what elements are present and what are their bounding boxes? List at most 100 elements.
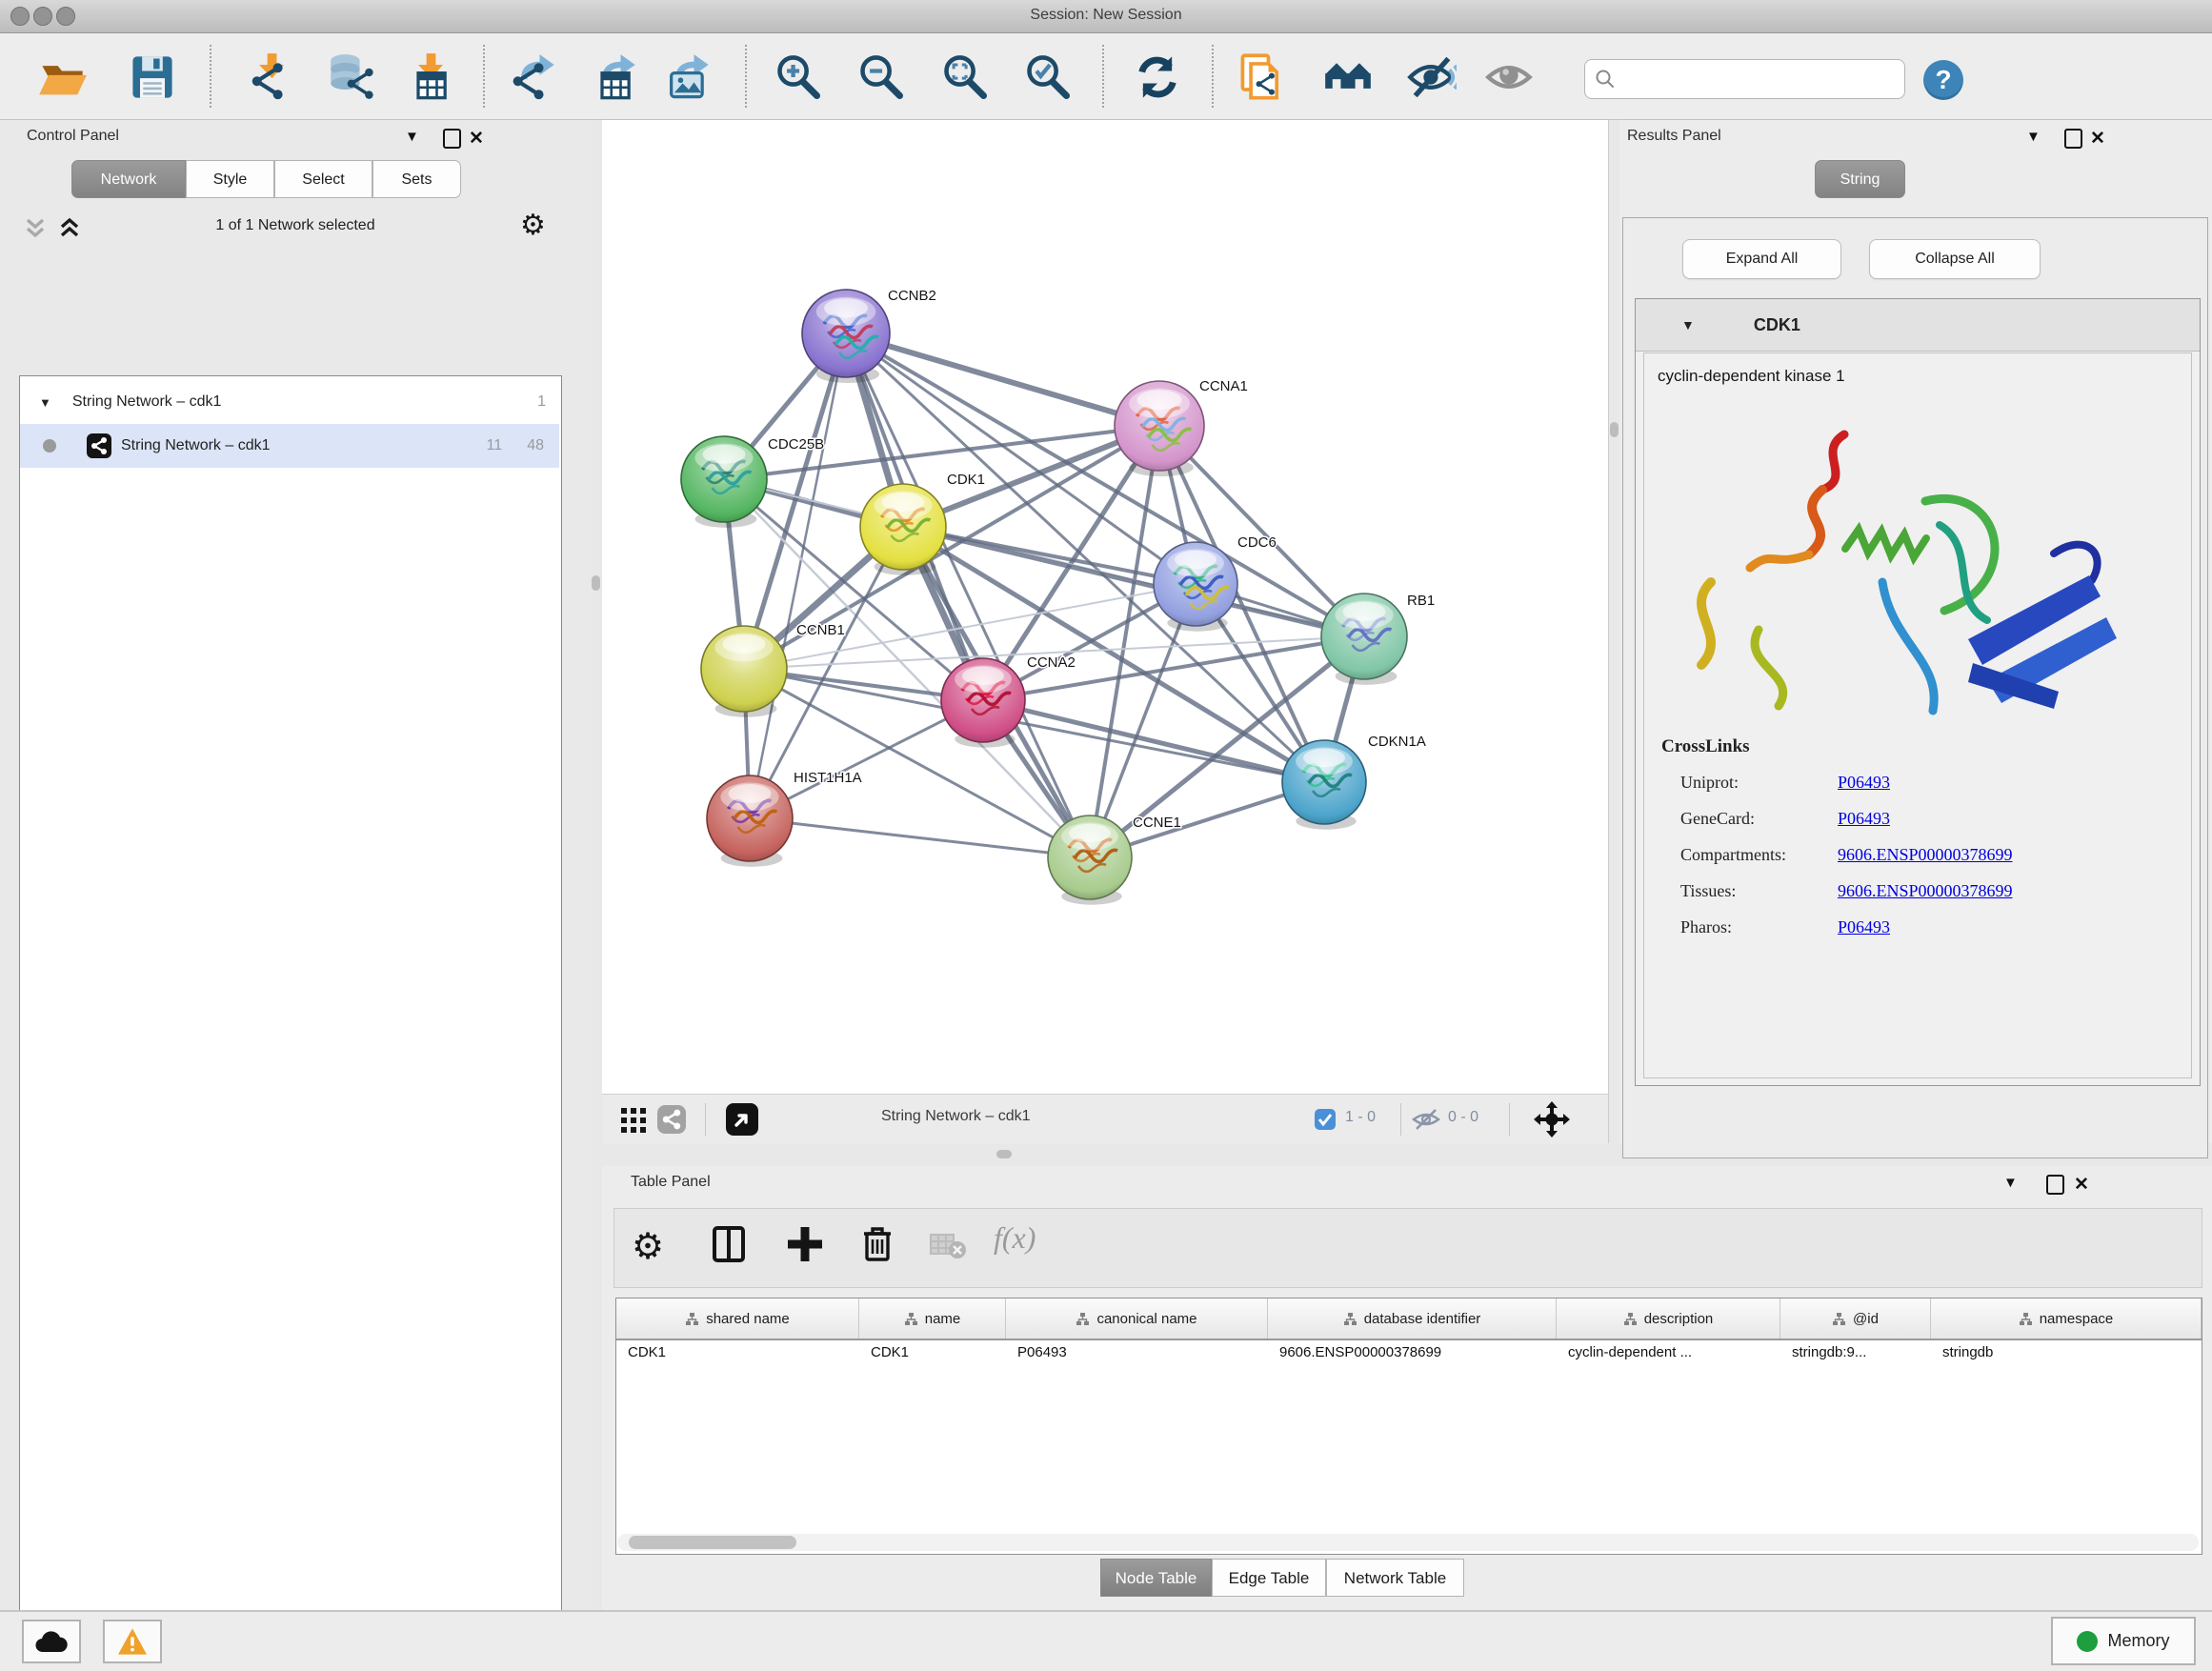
tab-network[interactable]: Network: [71, 160, 186, 198]
close-panel-icon[interactable]: ✕: [2074, 1174, 2089, 1196]
show-all-icon[interactable]: [1485, 52, 1535, 102]
table-cell[interactable]: P06493: [1006, 1339, 1268, 1371]
tab-edge-table[interactable]: Edge Table: [1212, 1559, 1326, 1597]
import-network-icon[interactable]: [247, 52, 296, 102]
grid-view-icon[interactable]: [621, 1108, 646, 1137]
column-header-canonical-name[interactable]: canonical name: [1006, 1299, 1268, 1339]
node-HIST1H1A[interactable]: [707, 775, 793, 867]
zoom-selected-icon[interactable]: [1023, 52, 1073, 102]
horizontal-scrollbar-thumb[interactable]: [629, 1536, 796, 1549]
tab-select[interactable]: Select: [274, 160, 372, 198]
create-column-icon[interactable]: [784, 1223, 834, 1273]
minimize-panel-icon[interactable]: [2064, 129, 2082, 149]
refresh-icon[interactable]: [1133, 52, 1182, 102]
minimize-panel-icon[interactable]: [2046, 1175, 2064, 1195]
crosslink-link[interactable]: P06493: [1838, 809, 1890, 829]
edge-CCNB2-RB1[interactable]: [846, 333, 1364, 636]
network-collection-row[interactable]: ▼ String Network – cdk1 1: [20, 380, 559, 424]
right-splitter-handle[interactable]: [1610, 422, 1619, 437]
zoom-out-icon[interactable]: [856, 52, 906, 102]
left-splitter-handle[interactable]: [592, 575, 600, 591]
table-cell[interactable]: stringdb:9...: [1780, 1339, 1931, 1371]
column-header-name[interactable]: name: [859, 1299, 1006, 1339]
delete-table-icon[interactable]: [927, 1223, 976, 1273]
edge-CCNA1-CCNE1[interactable]: [1090, 426, 1159, 857]
expand-all-button[interactable]: Expand All: [1682, 239, 1841, 279]
tab-style[interactable]: Style: [186, 160, 274, 198]
hide-selected-icon[interactable]: [1407, 52, 1457, 102]
table-cell[interactable]: CDK1: [859, 1339, 1006, 1371]
zoom-in-icon[interactable]: [774, 52, 823, 102]
network-row-selected[interactable]: String Network – cdk1 11 48: [20, 424, 559, 468]
save-session-icon[interactable]: [128, 52, 177, 102]
table-cell[interactable]: 9606.ENSP00000378699: [1268, 1339, 1557, 1371]
network-style-icon[interactable]: [657, 1105, 686, 1138]
crosslink-link[interactable]: 9606.ENSP00000378699: [1838, 881, 2013, 901]
export-table-icon[interactable]: [590, 52, 639, 102]
help-button[interactable]: ?: [1923, 60, 1963, 100]
node-CCNA2[interactable]: [941, 658, 1025, 748]
table-cell[interactable]: CDK1: [616, 1339, 859, 1371]
search-field[interactable]: [1584, 59, 1905, 99]
node-table[interactable]: shared namenamecanonical namedatabase id…: [615, 1298, 2202, 1555]
close-panel-icon[interactable]: ✕: [469, 128, 484, 150]
table-row[interactable]: CDK1CDK1P064939606.ENSP00000378699cyclin…: [616, 1339, 2202, 1371]
table-cell[interactable]: cyclin-dependent ...: [1557, 1339, 1780, 1371]
column-header-namespace[interactable]: namespace: [1931, 1299, 2202, 1339]
import-network-database-icon[interactable]: [328, 52, 377, 102]
crosslink-link[interactable]: P06493: [1838, 773, 1890, 793]
zoom-fit-icon[interactable]: [940, 52, 990, 102]
table-cell[interactable]: stringdb: [1931, 1339, 2202, 1371]
float-panel-icon[interactable]: ▼: [2026, 129, 2041, 145]
node-CDC25B[interactable]: [681, 436, 767, 528]
export-network-icon[interactable]: [509, 52, 558, 102]
search-input[interactable]: [1623, 70, 1895, 89]
fit-selected-crosshair-icon[interactable]: [1534, 1101, 1570, 1142]
function-builder-icon[interactable]: f(x): [994, 1220, 1036, 1256]
tab-string[interactable]: String: [1815, 160, 1905, 198]
show-columns-icon[interactable]: [708, 1223, 757, 1273]
column-header-shared-name[interactable]: shared name: [616, 1299, 859, 1339]
minimize-panel-icon[interactable]: [443, 129, 461, 149]
import-table-icon[interactable]: [406, 52, 455, 102]
column-header-description[interactable]: description: [1557, 1299, 1780, 1339]
section-collapse-icon[interactable]: ▼: [1681, 317, 1695, 332]
float-panel-icon[interactable]: ▼: [405, 129, 419, 145]
tab-node-table[interactable]: Node Table: [1100, 1559, 1212, 1597]
cloud-button[interactable]: [22, 1620, 81, 1663]
table-settings-gear-icon[interactable]: ⚙: [632, 1223, 681, 1273]
delete-column-icon[interactable]: [856, 1223, 906, 1273]
collapse-all-tree-icon[interactable]: [23, 214, 48, 246]
collection-expand-icon[interactable]: ▼: [39, 395, 51, 410]
export-image-icon[interactable]: [663, 52, 713, 102]
node-CCNA1[interactable]: [1115, 381, 1204, 476]
node-CDKN1A[interactable]: [1282, 740, 1366, 830]
node-CDC6[interactable]: [1154, 542, 1237, 632]
column-header-at-id[interactable]: @id: [1780, 1299, 1931, 1339]
edge-CCNE1-HIST1H1A[interactable]: [750, 818, 1090, 857]
node-RB1[interactable]: [1321, 594, 1407, 685]
crosslink-link[interactable]: 9606.ENSP00000378699: [1838, 845, 2013, 865]
close-panel-icon[interactable]: ✕: [2090, 128, 2105, 150]
tab-network-table[interactable]: Network Table: [1326, 1559, 1464, 1597]
warnings-button[interactable]: [103, 1620, 162, 1663]
crosslink-link[interactable]: P06493: [1838, 917, 1890, 937]
edge-CCNB2-HIST1H1A[interactable]: [750, 333, 846, 818]
float-panel-icon[interactable]: ▼: [2003, 1175, 2018, 1191]
node-CCNE1[interactable]: [1048, 815, 1132, 905]
open-session-icon[interactable]: [37, 52, 87, 102]
bottom-splitter-handle[interactable]: [996, 1150, 1012, 1158]
birdseye-view-icon[interactable]: [726, 1103, 758, 1140]
network-options-gear-icon[interactable]: ⚙: [520, 211, 546, 240]
selected-checkbox-icon[interactable]: [1315, 1109, 1336, 1135]
cdk1-section-header[interactable]: ▼ CDK1: [1636, 299, 2200, 352]
clone-network-icon[interactable]: [1237, 52, 1287, 102]
memory-button[interactable]: Memory: [2051, 1617, 2196, 1665]
node-CCNB1[interactable]: [701, 626, 787, 717]
collapse-all-button[interactable]: Collapse All: [1869, 239, 2041, 279]
edge-CCNB1-CDKN1A[interactable]: [744, 669, 1324, 782]
expand-all-tree-icon[interactable]: [57, 214, 82, 246]
network-canvas[interactable]: CCNB2CCNA1CDC25BCDK1CDC6RB1CCNB1CCNA2CDK…: [602, 120, 1608, 1094]
edge-CCNB2-CCNA1[interactable]: [846, 333, 1159, 426]
tab-sets[interactable]: Sets: [372, 160, 461, 198]
